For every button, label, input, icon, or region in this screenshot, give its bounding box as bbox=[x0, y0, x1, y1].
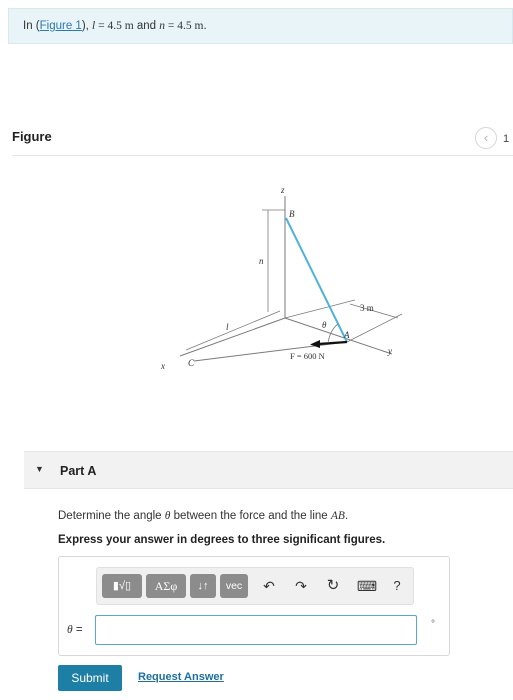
force-vector bbox=[317, 340, 348, 346]
label-b: B bbox=[289, 209, 295, 219]
keyboard-icon[interactable]: ⌨ bbox=[355, 576, 379, 596]
question-mid: between the force and the line bbox=[170, 510, 331, 522]
answer-label-eq: = bbox=[72, 624, 83, 636]
figure-number: 1 bbox=[503, 133, 510, 145]
label-a: A bbox=[343, 330, 350, 340]
dim-3m-b bbox=[284, 299, 356, 319]
question-end: . bbox=[344, 510, 349, 522]
figure-link[interactable]: Figure 1 bbox=[40, 20, 82, 32]
vector-button[interactable]: vec bbox=[220, 574, 248, 598]
answer-label: θ = bbox=[67, 624, 83, 636]
intro-prefix: In ( bbox=[23, 20, 40, 32]
theta-arc bbox=[327, 323, 339, 344]
problem-statement: In (Figure 1), l = 4.5 m and n = 4.5 m. bbox=[8, 8, 513, 44]
answer-panel: ▮√▯ ΑΣφ ↓↑ vec ↶ ↷ ↻ ⌨ ? θ = ° bbox=[58, 556, 450, 656]
question-prefix: Determine the angle bbox=[58, 510, 165, 522]
value-n: = 4.5 m bbox=[165, 20, 204, 32]
templates-button[interactable]: ▮√▯ bbox=[102, 574, 142, 598]
dim-l-line bbox=[185, 310, 281, 351]
label-c: C bbox=[188, 358, 195, 368]
figure-divider bbox=[12, 155, 513, 156]
value-l: = 4.5 m bbox=[95, 20, 134, 32]
label-y: y bbox=[387, 346, 392, 356]
request-answer-link[interactable]: Request Answer bbox=[138, 671, 224, 683]
part-title: Part A bbox=[60, 464, 97, 478]
intro-and: and bbox=[133, 20, 160, 32]
degree-unit: ° bbox=[431, 619, 435, 630]
reset-icon[interactable]: ↻ bbox=[324, 576, 342, 596]
label-l: l bbox=[226, 322, 229, 332]
undo-icon[interactable]: ↶ bbox=[260, 576, 278, 596]
chevron-left-icon[interactable]: ‹ bbox=[475, 127, 497, 149]
question-ab: AB bbox=[330, 510, 345, 522]
label-z: z bbox=[280, 185, 285, 195]
statics-diagram: z B n l 3 m θ A F = 600 N y C x bbox=[160, 185, 403, 371]
label-3m: 3 m bbox=[360, 303, 374, 313]
answer-input[interactable] bbox=[95, 615, 417, 645]
caret-down-icon[interactable]: ▼ bbox=[35, 464, 44, 474]
label-theta: θ bbox=[322, 320, 327, 330]
x-axis bbox=[179, 317, 286, 357]
label-n: n bbox=[259, 256, 264, 266]
answer-instruction: Express your answer in degrees to three … bbox=[58, 534, 386, 546]
figure-diagram: z B n l 3 m θ A F = 600 N y C x bbox=[150, 178, 410, 378]
math-toolbar: ▮√▯ ΑΣφ ↓↑ vec ↶ ↷ ↻ ⌨ ? bbox=[96, 567, 414, 605]
intro-end: . bbox=[203, 20, 207, 32]
dim-3m-a bbox=[346, 313, 403, 343]
redo-icon[interactable]: ↷ bbox=[292, 576, 310, 596]
cable-ab bbox=[285, 217, 348, 343]
intro-suffix: ), bbox=[81, 20, 93, 32]
question-text: Determine the angle θ between the force … bbox=[58, 510, 348, 522]
submit-button[interactable]: Submit bbox=[58, 665, 122, 691]
label-x: x bbox=[160, 361, 165, 371]
help-icon[interactable]: ? bbox=[390, 576, 404, 596]
problem-text: In (Figure 1), l = 4.5 m and n = 4.5 m. bbox=[23, 20, 207, 32]
greek-symbols-button[interactable]: ΑΣφ bbox=[146, 574, 186, 598]
part-a-header[interactable]: ▼ Part A bbox=[24, 451, 513, 489]
label-force: F = 600 N bbox=[290, 351, 325, 361]
arrows-button[interactable]: ↓↑ bbox=[190, 574, 216, 598]
figure-title: Figure bbox=[12, 129, 52, 144]
dim-3m-arrow bbox=[349, 303, 399, 319]
